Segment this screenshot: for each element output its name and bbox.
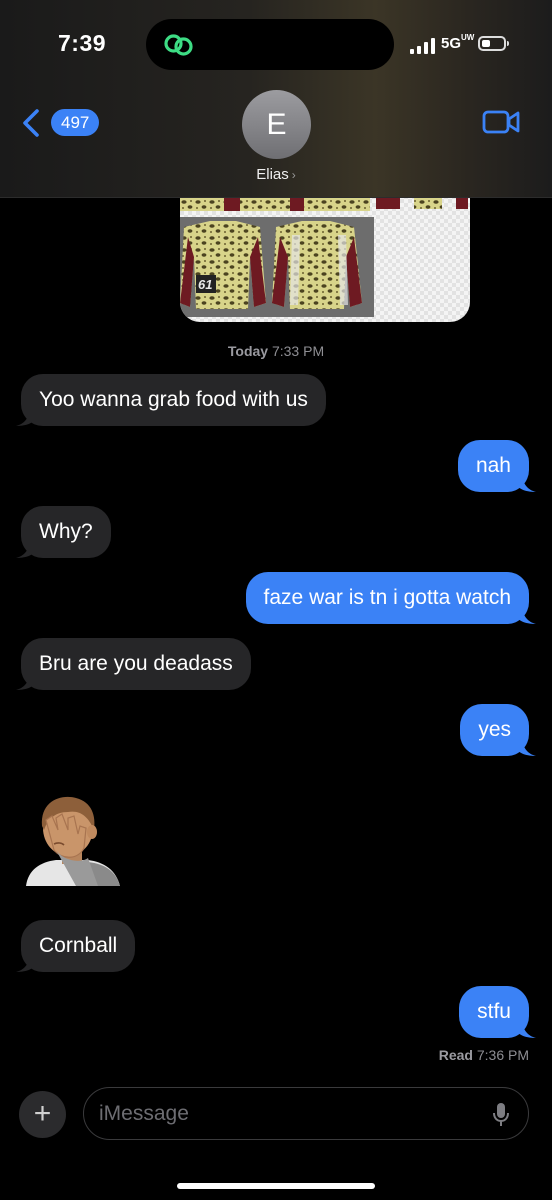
read-label: Read: [438, 1047, 473, 1063]
unread-count-badge[interactable]: 497: [51, 109, 100, 136]
link-rings-icon: [164, 34, 193, 56]
chevron-right-icon: ›: [291, 168, 296, 182]
conversation-header: 7:39 5GUW 497 E Elias ›: [0, 0, 552, 198]
microphone-icon[interactable]: [492, 1102, 510, 1128]
message-bubble-sent[interactable]: yes: [460, 704, 529, 756]
network-suffix: UW: [461, 33, 475, 42]
timestamp-day: Today: [227, 343, 269, 359]
message-bubble-received[interactable]: Why?: [21, 506, 111, 558]
message-bubble-sent[interactable]: faze war is tn i gotta watch: [245, 572, 529, 624]
read-receipt: Read 7:36 PM: [439, 1047, 529, 1063]
read-time: 7:36 PM: [476, 1047, 529, 1063]
facetime-video-icon[interactable]: [482, 109, 520, 135]
back-chevron-icon[interactable]: [20, 108, 42, 138]
add-attachment-button[interactable]: +: [19, 1091, 66, 1138]
timestamp-time: 7:33 PM: [271, 343, 325, 359]
network-label: 5GUW: [441, 33, 475, 52]
message-bubble-received[interactable]: Cornball: [21, 920, 136, 972]
message-bubble-received[interactable]: Bru are you deadass: [21, 638, 251, 690]
home-indicator[interactable]: [177, 1183, 375, 1189]
signal-strength-icon: [410, 38, 435, 54]
message-input[interactable]: [83, 1087, 529, 1140]
dynamic-island: [146, 19, 394, 70]
contact-avatar[interactable]: E: [242, 90, 311, 159]
message-bubble-sent[interactable]: stfu: [459, 986, 529, 1038]
svg-text:61: 61: [198, 277, 212, 292]
contact-name: Elias: [256, 166, 289, 183]
battery-icon: [478, 36, 509, 51]
status-time: 7:39: [58, 30, 107, 56]
network-type: 5G: [441, 35, 462, 52]
person-facepalming-emoji[interactable]: [22, 790, 122, 886]
contact-name-button[interactable]: Elias ›: [0, 166, 552, 183]
message-bubble-sent[interactable]: nah: [457, 440, 529, 492]
message-bubble-received[interactable]: Yoo wanna grab food with us: [21, 374, 326, 426]
conversation-timestamp: Today 7:33 PM: [0, 343, 552, 359]
